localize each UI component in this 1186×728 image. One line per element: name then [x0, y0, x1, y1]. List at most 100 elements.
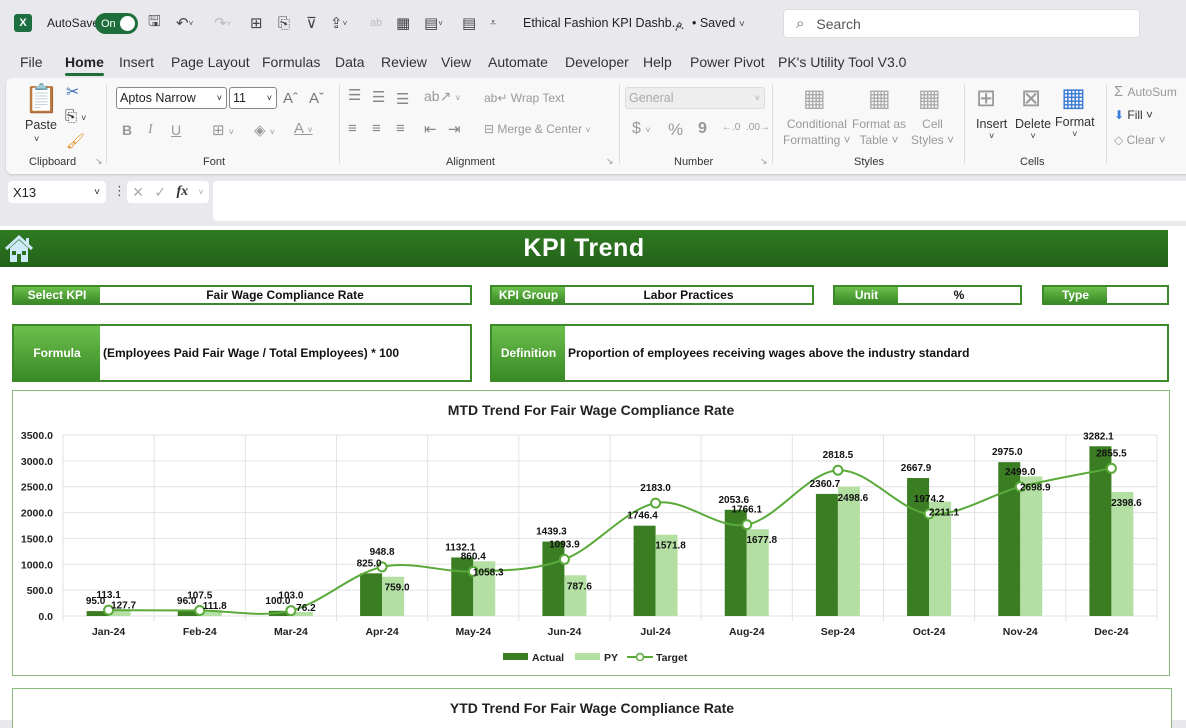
number-launcher-icon[interactable]: ↘ — [760, 156, 768, 167]
decrease-indent-icon[interactable]: ⇤ — [424, 120, 437, 138]
tab-file[interactable]: File — [20, 54, 43, 70]
number-format-select[interactable]: General ˅ — [625, 87, 765, 109]
clear-button[interactable]: ◇ Clear ˅ — [1114, 133, 1166, 147]
select-kpi-dropdown[interactable]: Fair Wage Compliance Rate — [100, 287, 470, 303]
tab-power-pivot[interactable]: Power Pivot — [690, 54, 765, 70]
ytd-trend-chart[interactable]: YTD Trend For Fair Wage Compliance Rate — [12, 688, 1172, 728]
tab-pk-utility[interactable]: PK's Utility Tool V3.0 — [778, 54, 906, 70]
decrease-font-icon[interactable]: Aˇ — [309, 90, 324, 107]
redo-icon[interactable]: ↷ ˅ — [214, 12, 231, 34]
y-tick-label: 500.0 — [27, 585, 53, 597]
enter-icon[interactable]: ✓ — [154, 184, 166, 201]
cut-icon[interactable]: ✂ — [66, 82, 79, 102]
tab-help[interactable]: Help — [643, 54, 672, 70]
format-cells-icon[interactable]: ▦ — [1061, 82, 1086, 113]
save-icon[interactable]: 🖫 — [148, 12, 161, 34]
share-icon[interactable]: ⇪ ˅ — [330, 12, 347, 34]
home-icon[interactable] — [3, 234, 35, 269]
cell-styles-button[interactable]: Cell Styles ˅ — [911, 116, 954, 148]
tab-page-layout[interactable]: Page Layout — [171, 54, 250, 70]
share-people-icon[interactable]: ዾ — [675, 14, 684, 36]
cancel-icon[interactable]: ✕ — [132, 184, 144, 201]
alignment-launcher-icon[interactable]: ↘ — [606, 156, 614, 167]
formula-input[interactable] — [213, 181, 1186, 221]
conditional-formatting-button[interactable]: Conditional Formatting ˅ — [783, 116, 851, 148]
underline-button[interactable]: U — [171, 122, 181, 138]
merge-center-button[interactable]: ⊟ Merge & Center ˅ — [484, 122, 591, 136]
paste-dropdown-icon[interactable]: ˅ — [34, 134, 39, 144]
more-options-icon[interactable]: ⋮ — [113, 183, 126, 199]
tab-data[interactable]: Data — [335, 54, 365, 70]
insert-cells-icon[interactable]: ⊞ — [976, 84, 996, 113]
ribbon: 📋 Paste ˅ ✂ ⎘ ˅ 🖌 Clipboard ↘ Aptos Narr… — [6, 78, 1186, 174]
tab-view[interactable]: View — [441, 54, 471, 70]
formula-value: (Employees Paid Fair Wage / Total Employ… — [103, 346, 400, 360]
autosave-toggle[interactable]: On — [95, 13, 138, 34]
kpi-group-label: KPI Group — [492, 287, 565, 303]
filter-icon[interactable]: ⊽ — [306, 12, 317, 34]
search-input[interactable]: Search — [816, 16, 860, 32]
tab-review[interactable]: Review — [381, 54, 427, 70]
insert-cells-button[interactable]: Insert ˅ — [976, 117, 1007, 141]
percent-button[interactable]: % — [668, 120, 683, 140]
align-middle-icon[interactable]: ☰ — [372, 88, 385, 106]
align-center-icon[interactable]: ≡ — [372, 120, 381, 137]
wrap-text-button[interactable]: ab↵ Wrap Text — [484, 91, 564, 105]
format-as-table-button[interactable]: Format as Table ˅ — [852, 116, 906, 148]
paste-button[interactable]: Paste — [25, 118, 57, 132]
tab-developer[interactable]: Developer — [565, 54, 629, 70]
clipboard-launcher-icon[interactable]: ↘ — [95, 156, 103, 167]
form-icon[interactable]: ▦ — [396, 12, 410, 34]
conditional-formatting-icon[interactable]: ▦ — [803, 84, 826, 113]
autosum-button[interactable]: Σ AutoSum — [1114, 83, 1177, 100]
delete-cells-icon[interactable]: ⊠ — [1021, 84, 1041, 113]
chevron-down-icon[interactable]: ˅ — [739, 13, 745, 35]
tab-home[interactable]: Home — [65, 54, 104, 76]
calculator-icon[interactable]: ▤ ˅ — [424, 12, 443, 34]
align-right-icon[interactable]: ≡ — [396, 120, 405, 137]
paste-icon[interactable]: 📋 — [24, 82, 59, 115]
font-color-icon[interactable]: A ˅ — [294, 120, 313, 137]
tab-formulas[interactable]: Formulas — [262, 54, 320, 70]
tab-automate[interactable]: Automate — [488, 54, 548, 70]
italic-button[interactable]: I — [148, 122, 153, 138]
format-as-table-icon[interactable]: ▦ — [868, 84, 891, 113]
document-title[interactable]: Ethical Fashion KPI Dashb... — [523, 16, 682, 30]
x-tick-label: Jul-24 — [640, 626, 671, 638]
borders-icon[interactable]: ⊞ ˅ — [212, 121, 234, 139]
undo-icon[interactable]: ↶ ˅ — [176, 12, 193, 34]
font-size-select[interactable]: 11 ˅ — [229, 87, 277, 109]
copy-icon[interactable]: ⎘ ˅ — [65, 108, 86, 125]
currency-button[interactable]: $ ˅ — [632, 120, 651, 138]
save-status[interactable]: • Saved — [692, 16, 735, 30]
increase-font-icon[interactable]: Aˆ — [283, 90, 298, 107]
calculate-now-icon[interactable]: ▤ — [462, 12, 476, 34]
align-bottom-icon[interactable]: ☰ — [396, 90, 409, 108]
font-name-select[interactable]: Aptos Narrow ˅ — [116, 87, 227, 109]
bold-button[interactable]: B — [122, 122, 132, 138]
decrease-decimal-icon[interactable]: .00→ — [746, 122, 770, 133]
type-value — [1107, 287, 1167, 303]
format-painter-icon[interactable]: 🖌 — [66, 132, 85, 150]
customize-qat-icon[interactable]: ⩡ — [490, 12, 496, 34]
name-box[interactable]: X13 ˅ — [8, 181, 106, 203]
increase-decimal-icon[interactable]: ←.0 — [722, 122, 740, 133]
comma-button[interactable]: 9 — [698, 120, 707, 138]
format-cells-button[interactable]: Format ˅ — [1055, 115, 1095, 139]
delete-cells-button[interactable]: Delete ˅ — [1015, 117, 1051, 141]
search-box[interactable]: ⌕ Search — [783, 9, 1140, 38]
fill-button[interactable]: ⬇ Fill ˅ — [1114, 108, 1153, 122]
fill-color-icon[interactable]: ◈ ˅ — [254, 121, 275, 139]
borders-icon[interactable]: ⊞ — [250, 12, 263, 34]
orientation-icon[interactable]: ab↗ ˅ — [424, 88, 460, 105]
increase-indent-icon[interactable]: ⇥ — [448, 120, 461, 138]
spelling-icon[interactable]: ab — [370, 12, 382, 34]
cell-styles-icon[interactable]: ▦ — [918, 84, 941, 113]
attach-icon[interactable]: ⎘ — [278, 12, 290, 34]
definition-label: Definition — [492, 326, 565, 380]
insert-function-icon[interactable]: fx — [176, 184, 188, 200]
align-top-icon[interactable]: ☰ — [348, 86, 361, 104]
align-left-icon[interactable]: ≡ — [348, 120, 357, 137]
mtd-trend-chart[interactable]: MTD Trend For Fair Wage Compliance Rate … — [12, 390, 1170, 676]
tab-insert[interactable]: Insert — [119, 54, 154, 70]
